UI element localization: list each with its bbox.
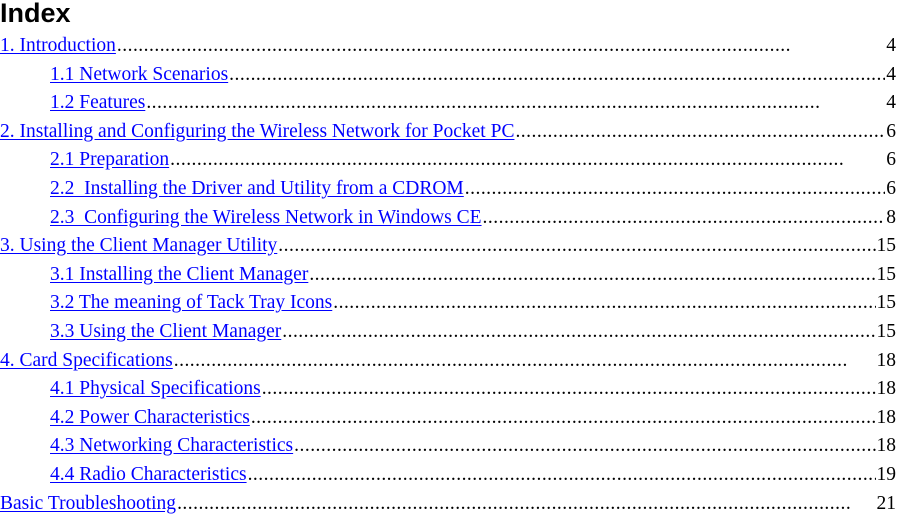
page-number: 18 <box>876 406 897 428</box>
dot-leader <box>146 89 885 117</box>
page-number: 8 <box>886 206 896 228</box>
toc-link[interactable]: 4.1 Physical Specifications <box>50 375 261 403</box>
dot-leader <box>117 32 885 60</box>
toc-entry: 2.3 Configuring the Wireless Network in … <box>0 204 898 233</box>
page-number: 15 <box>876 235 897 257</box>
page-number: 15 <box>876 320 897 342</box>
index-title: Index <box>0 0 71 28</box>
toc-entry: 2.2 Installing the Driver and Utility fr… <box>0 175 898 204</box>
toc-link[interactable]: 3.2 The meaning of Tack Tray Icons <box>50 289 332 317</box>
page-number: 6 <box>886 149 896 171</box>
dot-leader <box>174 347 876 375</box>
toc-entry: 2.1 Preparation 6 <box>0 146 898 175</box>
toc-link[interactable]: 4.4 Radio Characteristics <box>50 461 247 489</box>
dot-leader <box>248 461 876 489</box>
dot-leader <box>229 61 885 89</box>
page-number: 15 <box>876 292 897 314</box>
toc-link[interactable]: 3.1 Installing the Client Manager <box>50 261 308 289</box>
dot-leader <box>177 490 875 518</box>
toc-entry: 1. Introduction 4 <box>0 32 898 61</box>
page-number: 4 <box>886 92 896 114</box>
page-number: 21 <box>876 492 897 514</box>
toc-entry: 3. Using the Client Manager Utility 15 <box>0 232 898 261</box>
page-number: 18 <box>876 435 897 457</box>
dot-leader <box>170 146 885 174</box>
dot-leader <box>262 375 876 403</box>
toc-link[interactable]: 4. Card Specifications <box>0 347 173 375</box>
dot-leader <box>483 204 886 232</box>
toc-link[interactable]: 4.3 Networking Characteristics <box>50 432 293 460</box>
toc-link[interactable]: 1. Introduction <box>0 32 116 60</box>
toc-entry: 2. Installing and Configuring the Wirele… <box>0 118 898 147</box>
dot-leader <box>282 318 875 346</box>
toc-entry: 4.2 Power Characteristics 18 <box>0 404 898 433</box>
page-number: 6 <box>886 120 896 142</box>
toc-link[interactable]: 1.2 Features <box>50 89 145 117</box>
toc-entry: 1.1 Network Scenarios 4 <box>0 61 898 90</box>
page-number: 18 <box>876 349 897 371</box>
dot-leader <box>465 175 885 203</box>
dot-leader <box>251 404 876 432</box>
toc-entry: 4.4 Radio Characteristics 19 <box>0 461 898 490</box>
toc-entry: 3.2 The meaning of Tack Tray Icons 15 <box>0 289 898 318</box>
toc-entry: Basic Troubleshooting 21 <box>0 490 898 518</box>
toc-entry: 1.2 Features 4 <box>0 89 898 118</box>
page-number: 18 <box>876 378 897 400</box>
toc-entry: 4. Card Specifications 18 <box>0 347 898 376</box>
dot-leader <box>333 289 875 317</box>
toc-link[interactable]: 4.2 Power Characteristics <box>50 404 250 432</box>
toc-entry: 3.1 Installing the Client Manager 15 <box>0 261 898 290</box>
page-number: 15 <box>876 263 897 285</box>
toc-entry: 4.1 Physical Specifications 18 <box>0 375 898 404</box>
page-number: 19 <box>876 463 897 485</box>
dot-leader <box>515 118 885 146</box>
toc-link[interactable]: 2. Installing and Configuring the Wirele… <box>0 118 514 146</box>
toc-entry: 3.3 Using the Client Manager 15 <box>0 318 898 347</box>
toc-link[interactable]: 2.2 Installing the Driver and Utility fr… <box>50 175 464 203</box>
toc-link[interactable]: 1.1 Network Scenarios <box>50 61 228 89</box>
toc-entry: 4.3 Networking Characteristics 18 <box>0 432 898 461</box>
toc-link[interactable]: 3. Using the Client Manager Utility <box>0 232 277 260</box>
page-number: 4 <box>886 63 896 85</box>
table-of-contents: 1. Introduction4 1.1 Network Scenarios4 … <box>0 32 898 518</box>
toc-link[interactable]: 2.1 Preparation <box>50 146 169 174</box>
toc-link[interactable]: 2.3 Configuring the Wireless Network in … <box>50 204 482 232</box>
toc-link[interactable]: 3.3 Using the Client Manager <box>50 318 281 346</box>
toc-link[interactable]: Basic Troubleshooting <box>0 490 176 518</box>
dot-leader <box>278 232 875 260</box>
page-number: 4 <box>886 35 896 56</box>
dot-leader <box>294 432 875 460</box>
page-number: 6 <box>886 177 896 199</box>
dot-leader <box>309 261 875 289</box>
